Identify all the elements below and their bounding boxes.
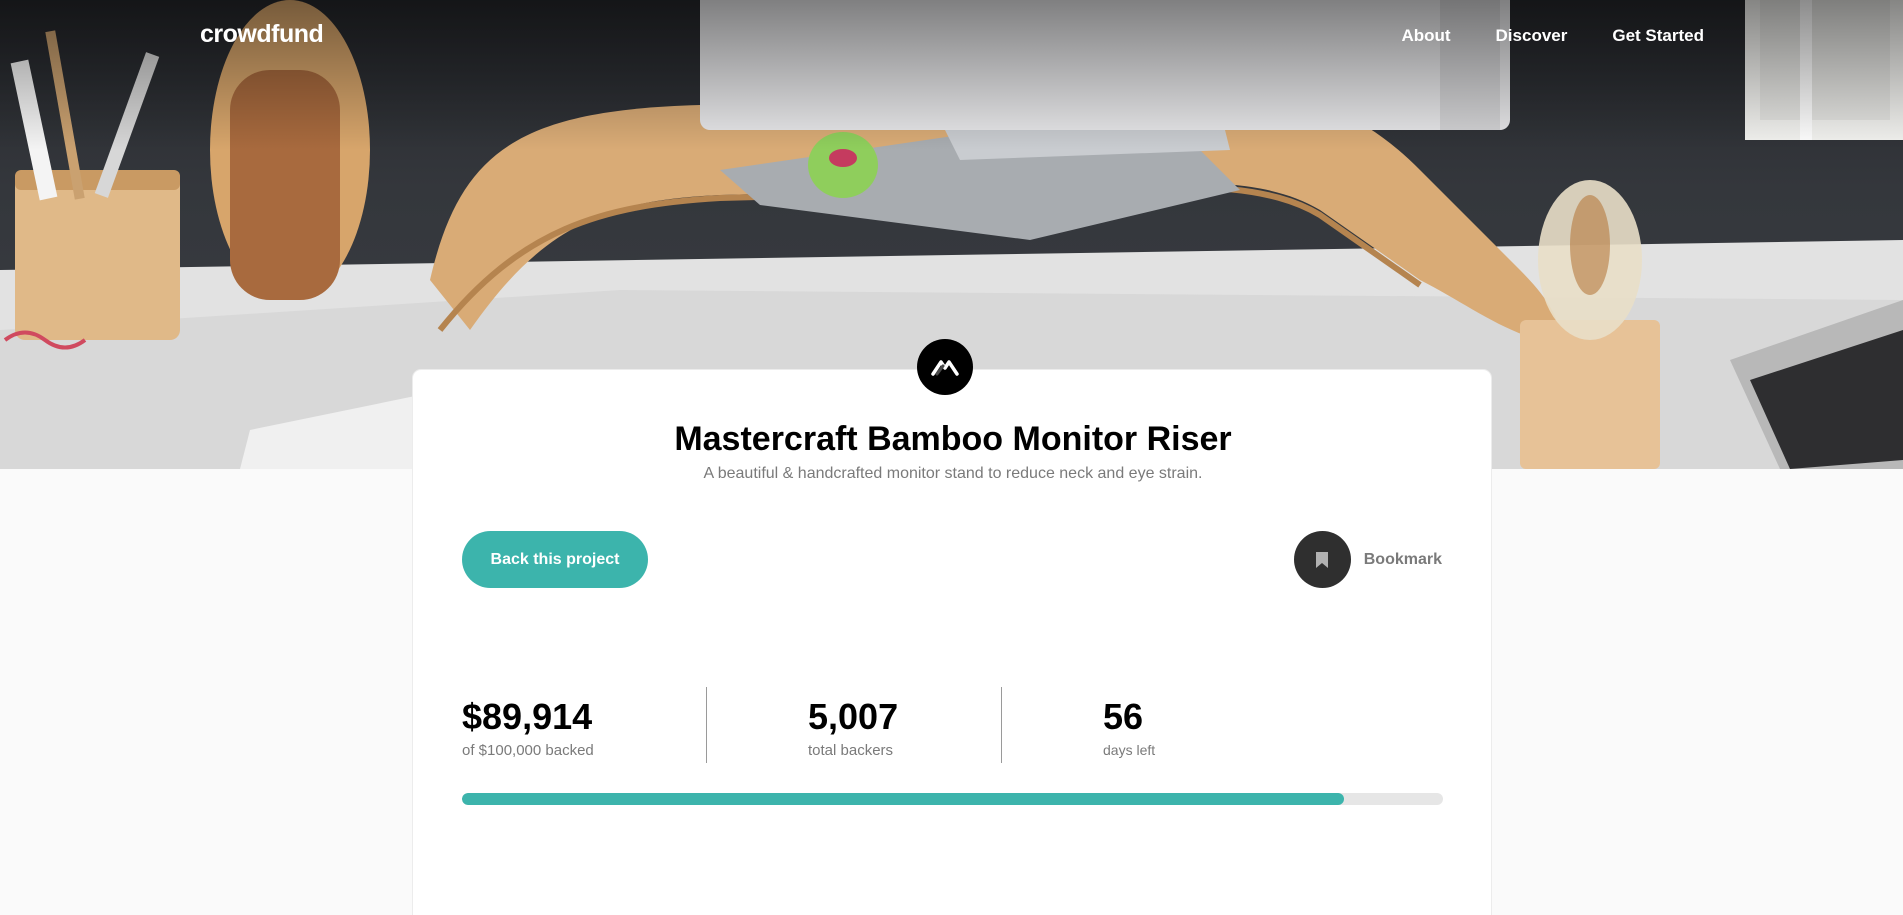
bookmark-icon (1316, 551, 1329, 568)
project-description: A beautiful & handcrafted monitor stand … (703, 465, 1203, 482)
stat-divider (1001, 687, 1002, 763)
project-title: Mastercraft Bamboo Monitor Riser (674, 420, 1232, 458)
stat-backers: 5,007 total backers (808, 696, 898, 759)
stat-backers-label: total backers (808, 742, 894, 759)
nav-link-discover[interactable]: Discover (1496, 26, 1568, 46)
bookmark-label: Bookmark (1363, 550, 1442, 568)
funding-progress-fill (462, 793, 1345, 805)
stat-days-value: 56 (1103, 696, 1144, 737)
stat-backers-value: 5,007 (808, 696, 899, 737)
bookmark-circle[interactable] (1293, 531, 1351, 588)
mastercraft-logo-icon (917, 339, 973, 395)
nav-link-about[interactable]: About (1401, 26, 1450, 46)
stat-days: 56 days left (1103, 696, 1155, 758)
stat-backed: $89,914 of $100,000 backed (462, 696, 594, 759)
stat-days-label: days left (1103, 742, 1156, 758)
nav-link-get-started[interactable]: Get Started (1612, 26, 1704, 46)
back-project-button[interactable]: Back this project (462, 531, 648, 588)
stat-backed-label: of $100,000 backed (462, 742, 594, 759)
site-logo[interactable]: crowdfund (200, 20, 324, 49)
funding-progress-bar (462, 793, 1443, 805)
stat-backed-value: $89,914 (462, 696, 593, 737)
bookmark-button[interactable]: Bookmark (1293, 531, 1442, 588)
stat-divider (706, 687, 707, 763)
main-nav: About Discover Get Started (1401, 26, 1704, 46)
project-card: Mastercraft Bamboo Monitor Riser A beaut… (412, 369, 1492, 915)
